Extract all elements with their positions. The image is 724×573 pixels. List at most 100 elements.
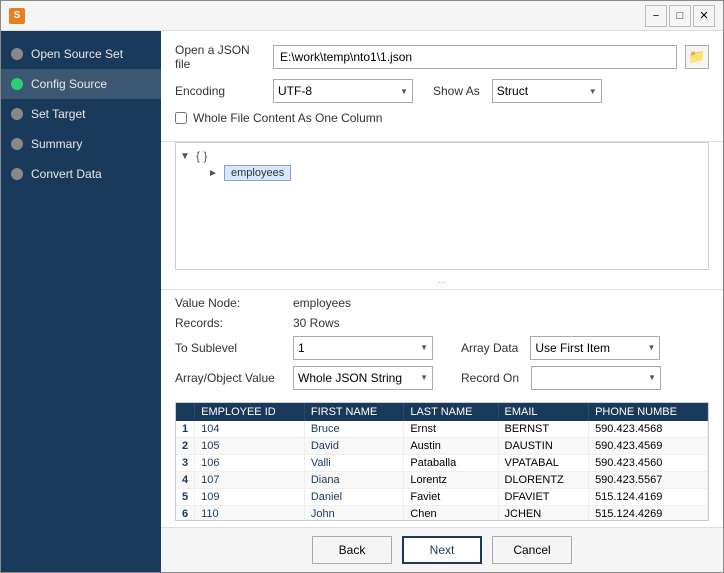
array-data-dropdown[interactable]: Use First Item ▼ (530, 336, 660, 360)
cell-first: Bruce (304, 421, 404, 438)
show-as-arrow: ▼ (589, 87, 597, 96)
records-value: 30 Rows (293, 316, 340, 330)
value-area: Value Node: employees Records: 30 Rows T… (161, 289, 723, 402)
cell-id: 106 (195, 454, 305, 471)
array-obj-arrow: ▼ (420, 373, 428, 382)
sidebar-item-set-target[interactable]: Set Target (1, 99, 161, 129)
encoding-label: Encoding (175, 84, 265, 98)
table-row: 6 110 John Chen JCHEN 515.124.4269 (176, 505, 708, 521)
row-num: 6 (176, 505, 195, 521)
maximize-button[interactable]: □ (669, 5, 691, 27)
sidebar-dot-summary (11, 138, 23, 150)
sidebar-label-config-source: Config Source (31, 77, 107, 91)
scroll-dots: ⋯ (438, 278, 446, 287)
whole-file-label: Whole File Content As One Column (193, 111, 382, 125)
cell-phone: 590.423.5567 (589, 471, 708, 488)
sidebar-label-summary: Summary (31, 137, 82, 151)
col-header-num (176, 403, 195, 421)
col-header-phone: PHONE NUMBE (589, 403, 708, 421)
array-obj-label: Array/Object Value (175, 371, 285, 385)
sidebar-label-convert-data: Convert Data (31, 167, 102, 181)
cell-phone: 590.423.4568 (589, 421, 708, 438)
cell-email: DAUSTIN (498, 437, 589, 454)
file-path-row: Open a JSON file 📁 (175, 43, 709, 71)
app-window: S − □ ✕ Open Source Set Config Source Se… (0, 0, 724, 573)
table-row: 2 105 David Austin DAUSTIN 590.423.4569 (176, 437, 708, 454)
sublevel-dropdown[interactable]: 1 ▼ (293, 336, 433, 360)
cell-email: VPATABAL (498, 454, 589, 471)
cell-id: 110 (195, 505, 305, 521)
cancel-button[interactable]: Cancel (492, 536, 572, 564)
sublevel-row: To Sublevel 1 ▼ Array Data Use First Ite… (175, 336, 709, 360)
show-as-label: Show As (433, 84, 480, 98)
sidebar-item-convert-data[interactable]: Convert Data (1, 159, 161, 189)
cell-last: Pataballa (404, 454, 498, 471)
title-bar-left: S (9, 8, 25, 24)
bottom-bar: Back Next Cancel (161, 527, 723, 572)
cell-id: 104 (195, 421, 305, 438)
encoding-arrow: ▼ (400, 87, 408, 96)
cell-email: JCHEN (498, 505, 589, 521)
form-area: Open a JSON file 📁 Encoding UTF-8 ▼ Show… (161, 31, 723, 142)
title-bar: S − □ ✕ (1, 1, 723, 31)
cell-email: BERNST (498, 421, 589, 438)
table-row: 1 104 Bruce Ernst BERNST 590.423.4568 (176, 421, 708, 438)
file-path-input[interactable] (273, 45, 677, 69)
cell-last: Lorentz (404, 471, 498, 488)
cell-email: DLORENTZ (498, 471, 589, 488)
show-as-dropdown[interactable]: Struct ▼ (492, 79, 602, 103)
record-on-dropdown[interactable]: ▼ (531, 366, 661, 390)
col-header-email: EMAIL (498, 403, 589, 421)
sidebar-item-config-source[interactable]: Config Source (1, 69, 161, 99)
records-row: Records: 30 Rows (175, 316, 709, 330)
close-button[interactable]: ✕ (693, 5, 715, 27)
back-button[interactable]: Back (312, 536, 392, 564)
cell-last: Ernst (404, 421, 498, 438)
tree-node-employees: employees (224, 165, 291, 181)
table-row: 4 107 Diana Lorentz DLORENTZ 590.423.556… (176, 471, 708, 488)
scroll-hint: ⋯ (161, 276, 723, 289)
sublevel-value: 1 (298, 341, 305, 355)
sidebar-item-open-source[interactable]: Open Source Set (1, 39, 161, 69)
sidebar-dot-open-source (11, 48, 23, 60)
data-table: EMPLOYEE ID FIRST NAME LAST NAME EMAIL P… (176, 403, 708, 522)
sidebar: Open Source Set Config Source Set Target… (1, 31, 161, 572)
cell-phone: 590.423.4569 (589, 437, 708, 454)
array-obj-row: Array/Object Value Whole JSON String ▼ R… (175, 366, 709, 390)
sidebar-label-open-source: Open Source Set (31, 47, 123, 61)
encoding-dropdown[interactable]: UTF-8 ▼ (273, 79, 413, 103)
whole-file-checkbox[interactable] (175, 112, 187, 124)
show-as-value: Struct (497, 84, 528, 98)
cell-last: Faviet (404, 488, 498, 505)
records-label: Records: (175, 316, 285, 330)
tree-expand-icon: ▼ (180, 151, 192, 162)
cell-id: 109 (195, 488, 305, 505)
row-num: 4 (176, 471, 195, 488)
next-button[interactable]: Next (402, 536, 482, 564)
cell-first: Valli (304, 454, 404, 471)
array-obj-dropdown[interactable]: Whole JSON String ▼ (293, 366, 433, 390)
encoding-row: Encoding UTF-8 ▼ Show As Struct ▼ (175, 79, 709, 103)
value-node-value: employees (293, 296, 351, 310)
minimize-button[interactable]: − (645, 5, 667, 27)
data-table-wrapper[interactable]: EMPLOYEE ID FIRST NAME LAST NAME EMAIL P… (175, 402, 709, 522)
cell-id: 105 (195, 437, 305, 454)
tree-root[interactable]: ▼ { } (180, 147, 704, 165)
sidebar-label-set-target: Set Target (31, 107, 85, 121)
record-on-arrow: ▼ (648, 373, 656, 382)
col-header-first-name: FIRST NAME (304, 403, 404, 421)
main-content: Open Source Set Config Source Set Target… (1, 31, 723, 572)
encoding-value: UTF-8 (278, 84, 312, 98)
array-data-arrow: ▼ (647, 343, 655, 352)
cell-phone: 515.124.4269 (589, 505, 708, 521)
tree-child[interactable]: ► employees (208, 165, 704, 181)
sidebar-item-summary[interactable]: Summary (1, 129, 161, 159)
value-node-row: Value Node: employees (175, 296, 709, 310)
cell-phone: 590.423.4560 (589, 454, 708, 471)
browse-button[interactable]: 📁 (685, 45, 709, 69)
cell-first: Daniel (304, 488, 404, 505)
checkbox-row: Whole File Content As One Column (175, 111, 709, 125)
cell-first: John (304, 505, 404, 521)
tree-area[interactable]: ▼ { } ► employees (175, 142, 709, 270)
app-icon: S (9, 8, 25, 24)
